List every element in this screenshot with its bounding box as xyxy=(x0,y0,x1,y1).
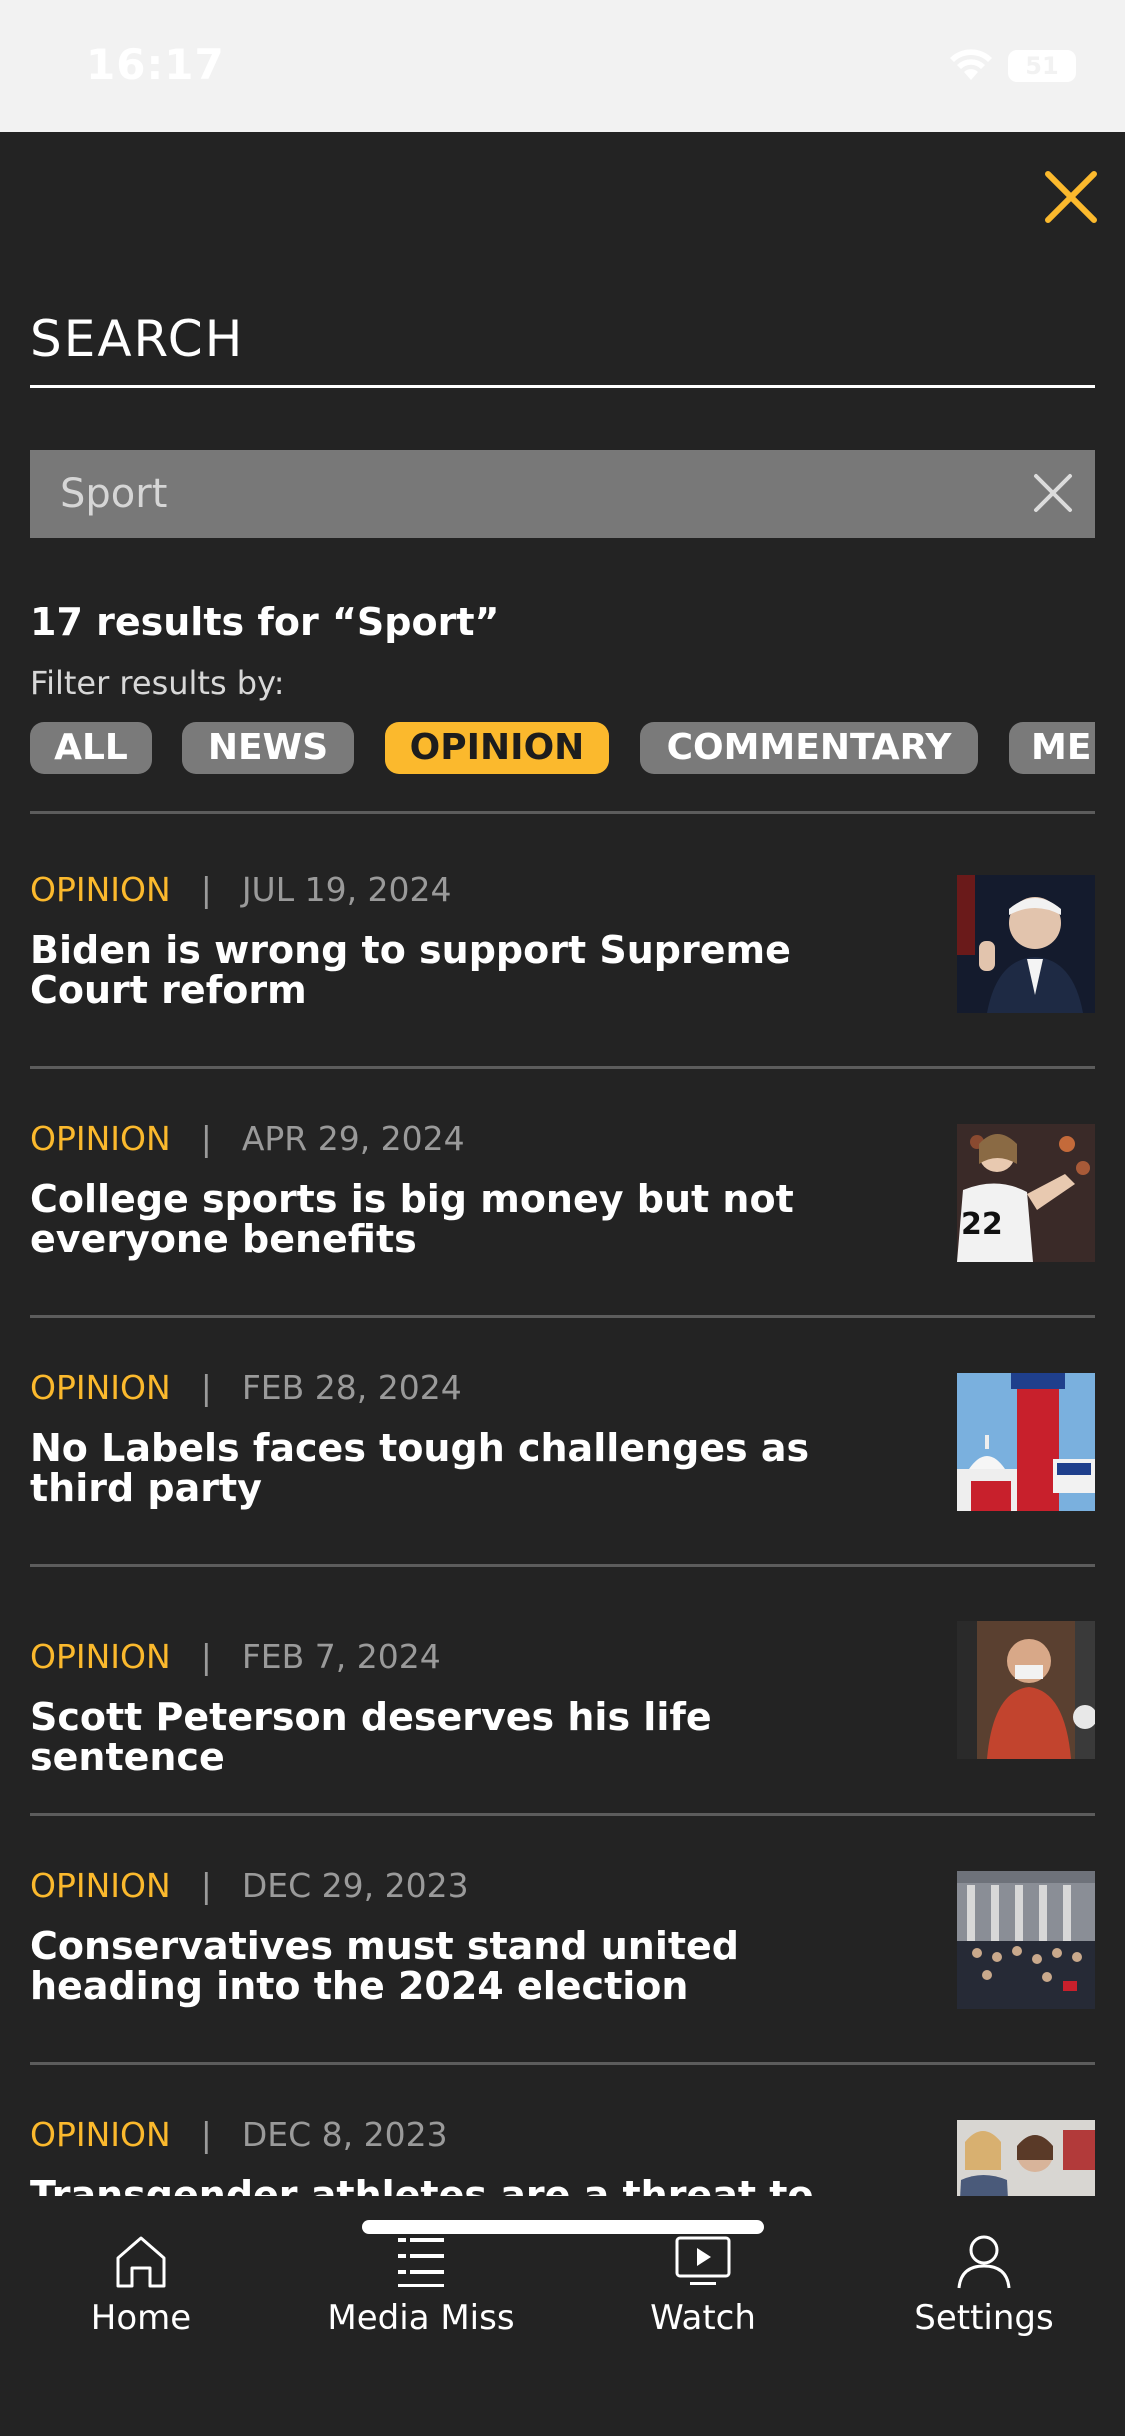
divider xyxy=(30,1564,1095,1567)
search-box xyxy=(30,450,1095,538)
article-date: JUL 19, 2024 xyxy=(241,870,452,909)
status-bar: 16:17 51 xyxy=(0,0,1125,132)
article-category: OPINION xyxy=(30,1119,171,1158)
wifi-icon xyxy=(950,49,992,80)
article-category: OPINION xyxy=(30,870,171,909)
filter-chips: ALL NEWS OPINION COMMENTARY ME xyxy=(30,722,1095,776)
filter-commentary[interactable]: COMMENTARY xyxy=(640,722,978,774)
home-indicator xyxy=(362,2220,764,2234)
article-thumbnail xyxy=(957,875,1095,1013)
article-meta: OPINION | JUL 19, 2024 xyxy=(30,870,452,909)
list-clip: OPINION | DEC 8, 2023 Transgender athletes… xyxy=(0,2050,1125,2196)
article-thumbnail xyxy=(957,2120,1095,2196)
clear-search-icon[interactable] xyxy=(1030,470,1076,516)
article-meta: OPINION | FEB 28, 2024 xyxy=(30,1368,462,1407)
filter-news[interactable]: NEWS xyxy=(182,722,354,774)
article-thumbnail xyxy=(957,1871,1095,2009)
article-category: OPINION xyxy=(30,1368,171,1407)
nav-watch[interactable]: Watch xyxy=(583,2232,823,2352)
article-date: DEC 8, 2023 xyxy=(241,2115,448,2154)
article-title: Transgender athletes are a threat to xyxy=(30,2173,814,2196)
svg-text:22: 22 xyxy=(961,1207,1003,1242)
nav-media-miss[interactable]: Media Miss xyxy=(301,2232,541,2352)
article-date: FEB 7, 2024 xyxy=(241,1637,441,1676)
article-meta: OPINION | APR 29, 2024 xyxy=(30,1119,465,1158)
article-item[interactable]: OPINION | DEC 8, 2023 Transgender athletes… xyxy=(30,2115,1095,2196)
nav-label: Media Miss xyxy=(327,2298,515,2338)
article-thumbnail xyxy=(957,1621,1095,1759)
article-title: College sports is big money but not ever… xyxy=(30,1177,794,1261)
article-title: Biden is wrong to support Supreme Court … xyxy=(30,928,791,1012)
filter-media[interactable]: ME xyxy=(1009,722,1095,774)
divider xyxy=(30,1813,1095,1816)
close-icon[interactable] xyxy=(1042,168,1100,226)
nav-label: Home xyxy=(90,2298,192,2338)
article-title: No Labels faces tough challenges as thir… xyxy=(30,1426,810,1510)
filter-label: Filter results by: xyxy=(30,664,285,702)
article-meta: OPINION | DEC 8, 2023 xyxy=(30,2115,448,2154)
filter-opinion[interactable]: OPINION xyxy=(385,722,609,774)
title-divider xyxy=(30,385,1095,388)
nav-settings[interactable]: Settings xyxy=(864,2232,1104,2352)
search-input[interactable] xyxy=(30,450,990,538)
nav-home[interactable]: Home xyxy=(21,2232,261,2352)
article-item[interactable]: OPINION | DEC 29, 2023 Conservatives must … xyxy=(30,1866,1095,2036)
article-date: DEC 29, 2023 xyxy=(241,1866,469,1905)
article-item[interactable]: OPINION | FEB 7, 2024 Scott Peterson deser… xyxy=(30,1621,1095,1807)
search-screen: 16:17 51 SEARCH 17 results for “Sport” F… xyxy=(0,0,1125,2436)
play-screen-icon xyxy=(675,2236,731,2285)
article-date: APR 29, 2024 xyxy=(241,1119,465,1158)
status-time: 16:17 xyxy=(86,40,225,89)
nav-label: Settings xyxy=(914,2298,1054,2338)
article-item[interactable]: OPINION | FEB 28, 2024 No Labels faces tou… xyxy=(30,1368,1095,1538)
results-count: 17 results for “Sport” xyxy=(30,600,500,644)
article-item[interactable]: OPINION | JUL 19, 2024 Biden is wrong to s… xyxy=(30,870,1095,1040)
article-title: Scott Peterson deserves his life sentenc… xyxy=(30,1695,712,1779)
article-category: OPINION xyxy=(30,1637,171,1676)
article-title: Conservatives must stand united heading … xyxy=(30,1924,740,2008)
list-icon xyxy=(398,2238,444,2287)
article-category: OPINION xyxy=(30,2115,171,2154)
divider xyxy=(30,811,1095,814)
home-icon xyxy=(116,2236,166,2288)
article-category: OPINION xyxy=(30,1866,171,1905)
nav-label: Watch xyxy=(650,2298,756,2338)
article-date: FEB 28, 2024 xyxy=(241,1368,462,1407)
article-meta: OPINION | FEB 7, 2024 xyxy=(30,1637,441,1676)
filter-all[interactable]: ALL xyxy=(30,722,152,774)
divider xyxy=(30,1315,1095,1318)
person-icon xyxy=(957,2235,1011,2289)
article-item[interactable]: OPINION | APR 29, 2024 College sports is b… xyxy=(30,1119,1095,1289)
battery-icon: 51 xyxy=(1008,50,1076,82)
article-thumbnail: 22 xyxy=(957,1124,1095,1262)
page-title: SEARCH xyxy=(30,310,245,368)
article-meta: OPINION | DEC 29, 2023 xyxy=(30,1866,469,1905)
article-thumbnail xyxy=(957,1373,1095,1511)
divider xyxy=(30,1066,1095,1069)
